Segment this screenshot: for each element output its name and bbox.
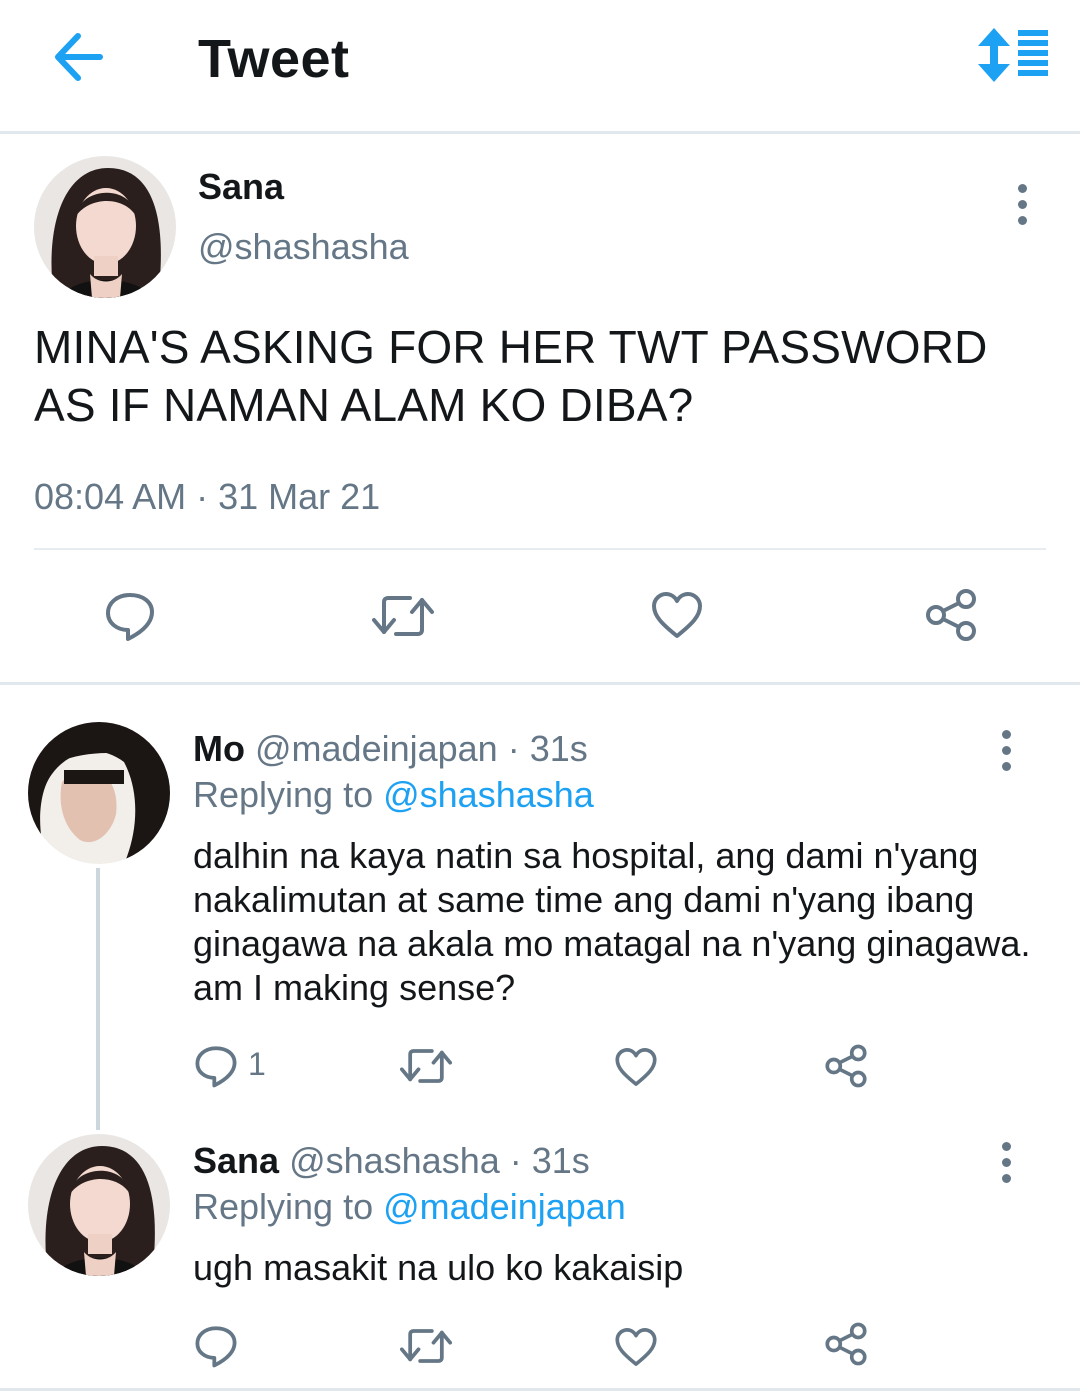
reply-time: 31s [529,728,588,769]
section-divider [0,682,1080,685]
retweet-icon[interactable] [372,592,434,640]
header-divider [0,131,1080,134]
retweet-icon[interactable] [400,1046,452,1086]
avatar[interactable] [28,1134,170,1276]
app-header: Tweet [0,0,1080,132]
more-options-icon[interactable] [991,730,1021,771]
replying-to-link[interactable]: @madeinjapan [383,1186,626,1227]
replying-to-label: Replying to [193,774,384,815]
tweet-divider [34,548,1046,550]
replying-to-link[interactable]: @shashasha [383,774,594,815]
replying-to: Replying to @madeinjapan [193,1186,626,1228]
reply-header: Mo @madeinjapan · 31s [193,728,588,770]
more-options-icon[interactable] [991,1142,1021,1183]
bottom-divider [0,1388,1080,1391]
replying-to-label: Replying to [193,1186,384,1227]
share-icon[interactable] [824,1322,868,1366]
retweet-icon[interactable] [400,1326,452,1366]
like-icon[interactable] [614,1046,658,1088]
share-icon[interactable] [924,588,978,642]
share-icon[interactable] [824,1044,868,1088]
reply-time: 31s [531,1140,590,1181]
more-options-icon[interactable] [1007,184,1037,225]
reply-text: dalhin na kaya natin sa hospital, ang da… [193,835,1031,1008]
reply-author-name[interactable]: Sana [193,1140,279,1181]
reply-author-handle[interactable]: @madeinjapan [255,728,498,769]
meta-separator: · [497,728,530,769]
tweet-text: MINA'S ASKING FOR HER TWT PASSWORD AS IF… [34,321,988,431]
reply-author-handle[interactable]: @shashasha [289,1140,500,1181]
tweet-timestamp: 08:04 AM · 31 Mar 21 [34,476,381,517]
reply-author-name[interactable]: Mo [193,728,245,769]
page-title: Tweet [198,29,350,89]
arrow-left-icon[interactable] [48,30,108,84]
reply-icon[interactable] [194,1324,238,1368]
like-icon[interactable] [650,590,704,640]
avatar[interactable] [28,722,170,864]
like-icon[interactable] [614,1326,658,1368]
reply-icon[interactable] [104,590,156,642]
replying-to: Replying to @shashasha [193,774,594,816]
author-name[interactable]: Sana [198,166,284,208]
avatar[interactable] [34,156,176,298]
thread-line [96,868,100,1130]
sort-list-icon[interactable] [976,26,1050,84]
reply-count: 1 [248,1046,266,1082]
reply-icon[interactable] [194,1044,238,1088]
reply-text: ugh masakit na ulo ko kakaisip [193,1247,684,1288]
author-handle[interactable]: @shashasha [198,226,409,268]
reply-header: Sana @shashasha · 31s [193,1140,590,1182]
meta-separator: · [499,1140,532,1181]
